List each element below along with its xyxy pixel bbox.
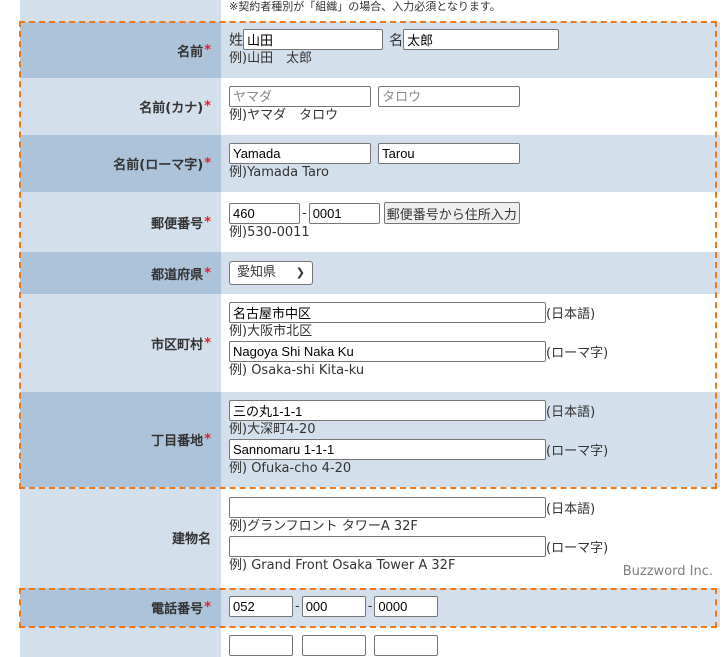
phone-part1-input[interactable] xyxy=(229,596,293,617)
phone-separator-1: - xyxy=(295,599,300,614)
city-row: 市区町村* (日本語) 例)大阪市北区 (ローマ字) 例) Osaka-shi … xyxy=(20,294,720,392)
required-mark: * xyxy=(204,265,211,281)
postal-row: 郵便番号* - 郵便番号から住所入力 例)530-0011 xyxy=(20,192,720,252)
street-label: 丁目番地 * xyxy=(20,392,221,487)
prefecture-select[interactable]: 愛知県 ❯ xyxy=(229,261,313,285)
prefecture-value-cell: 愛知県 ❯ xyxy=(221,252,720,294)
postal-label-text: 郵便番号 xyxy=(151,216,204,232)
phone-value-cell: -- xyxy=(221,588,720,627)
street-row: 丁目番地* (日本語) 例)大深町4-20 (ローマ字) 例) Ofuka-ch… xyxy=(20,392,720,487)
building-label: 建物名 xyxy=(20,487,221,588)
last-name-prefix: 姓 xyxy=(229,32,243,49)
prefecture-row: 都道府県 * 愛知県 ❯ xyxy=(20,252,720,294)
org-note-row: ※契約者種別が「組織」の場合、入力必須となります。 xyxy=(20,0,720,22)
next-row: -- xyxy=(20,627,720,657)
name-roman-row: 名前(ローマ字)* 例)Yamada Taro xyxy=(20,135,720,192)
building-roman-input[interactable] xyxy=(229,536,546,557)
watermark: Buzzword Inc. xyxy=(622,564,713,579)
phone-separator-2: - xyxy=(367,599,373,614)
name-kana-label: 名前(カナ) * xyxy=(20,78,221,135)
postal-label: 郵便番号 * xyxy=(20,192,221,252)
building-row: 建物名 (日本語) 例)グランフロント タワーA 32F (ローマ字) 例) G… xyxy=(20,487,720,588)
next-part1-input[interactable] xyxy=(229,635,293,656)
org-note: ※契約者種別が「組織」の場合、入力必須となります。 xyxy=(221,0,720,22)
phone-part2-input[interactable] xyxy=(301,596,366,617)
street-ja-suffix: (日本語) xyxy=(546,405,596,420)
next-part2-input[interactable] xyxy=(301,635,366,656)
postal-value-cell: - 郵便番号から住所入力 例)530-0011 xyxy=(221,192,720,252)
name-roman-label: 名前(ローマ字) * xyxy=(20,135,221,192)
city-roman-example: 例) Osaka-shi Kita-ku xyxy=(229,363,365,378)
postal-lookup-button[interactable]: 郵便番号から住所入力 xyxy=(383,202,520,224)
street-label-text: 丁目番地 xyxy=(151,434,204,449)
street-ja-example: 例)大深町4-20 xyxy=(229,422,316,437)
street-roman-suffix: (ローマ字) xyxy=(546,444,609,459)
name-example: 例)山田 太郎 xyxy=(229,51,313,66)
phone-row: 電話番号* -- xyxy=(20,588,720,627)
next-row-value-cell: -- xyxy=(221,627,720,657)
prefecture-label: 都道府県 * xyxy=(20,252,221,294)
prefecture-selected: 愛知県 xyxy=(237,265,277,280)
city-value-cell: (日本語) 例)大阪市北区 (ローマ字) 例) Osaka-shi Kita-k… xyxy=(221,294,720,392)
required-mark: * xyxy=(204,99,211,114)
name-kana-row: 名前(カナ)* 例)ヤマダ タロウ xyxy=(20,78,720,135)
city-label: 市区町村 * xyxy=(20,294,221,392)
postal-code-part2-input[interactable] xyxy=(308,202,380,224)
street-roman-example: 例) Ofuka-cho 4-20 xyxy=(229,461,352,476)
last-name-kana-input[interactable] xyxy=(229,86,371,107)
postal-example: 例)530-0011 xyxy=(229,225,310,240)
name-roman-label-text: 名前(ローマ字) xyxy=(113,158,204,173)
next-row-label xyxy=(20,627,221,657)
name-roman-example: 例)Yamada Taro xyxy=(229,165,329,180)
phone-label: 電話番号 * xyxy=(20,588,221,627)
building-ja-suffix: (日本語) xyxy=(546,502,596,517)
building-ja-input[interactable] xyxy=(229,497,546,518)
name-row: 名前* 姓 名 例)山田 太郎 xyxy=(20,22,720,78)
first-name-roman-input[interactable] xyxy=(378,143,521,164)
phone-part3-input[interactable] xyxy=(374,596,439,617)
name-label-text: 名前 xyxy=(177,44,204,60)
required-mark: * xyxy=(204,335,211,351)
city-ja-suffix: (日本語) xyxy=(546,307,596,322)
city-roman-suffix: (ローマ字) xyxy=(546,346,609,361)
building-roman-suffix: (ローマ字) xyxy=(546,541,609,556)
street-value-cell: (日本語) 例)大深町4-20 (ローマ字) 例) Ofuka-cho 4-20 xyxy=(221,392,720,487)
name-kana-example: 例)ヤマダ タロウ xyxy=(229,108,339,123)
required-mark: * xyxy=(204,156,211,171)
first-name-kana-input[interactable] xyxy=(378,86,521,107)
last-name-input[interactable] xyxy=(243,29,383,50)
next-part3-input[interactable] xyxy=(374,635,439,656)
name-label: 名前 * xyxy=(20,22,221,78)
name-kana-label-text: 名前(カナ) xyxy=(139,101,204,116)
org-note-label-cell xyxy=(20,0,221,22)
last-name-roman-input[interactable] xyxy=(229,143,371,164)
required-mark: * xyxy=(204,42,211,58)
city-roman-input[interactable] xyxy=(229,341,546,362)
building-ja-example: 例)グランフロント タワーA 32F xyxy=(229,519,418,534)
required-mark: * xyxy=(204,432,211,447)
prefecture-label-text: 都道府県 xyxy=(151,267,204,283)
street-ja-input[interactable] xyxy=(229,400,546,421)
name-roman-value-cell: 例)Yamada Taro xyxy=(221,135,720,192)
required-mark: * xyxy=(204,600,211,615)
phone-label-text: 電話番号 xyxy=(151,602,204,617)
first-name-prefix: 名 xyxy=(389,32,404,49)
postal-separator: - xyxy=(302,205,307,221)
first-name-input[interactable] xyxy=(403,29,560,50)
city-ja-input[interactable] xyxy=(229,302,546,323)
contract-form-table: ※契約者種別が「組織」の場合、入力必須となります。 名前* 姓 名 例)山田 太… xyxy=(20,0,720,657)
building-label-text: 建物名 xyxy=(171,532,211,547)
name-value-cell: 姓 名 例)山田 太郎 xyxy=(221,22,720,78)
street-roman-input[interactable] xyxy=(229,439,546,460)
required-mark: * xyxy=(204,214,211,230)
name-kana-value-cell: 例)ヤマダ タロウ xyxy=(221,78,720,135)
city-ja-example: 例)大阪市北区 xyxy=(229,324,313,339)
postal-code-part1-input[interactable] xyxy=(229,202,300,224)
chevron-down-icon: ❯ xyxy=(295,266,305,279)
city-label-text: 市区町村 xyxy=(151,337,204,353)
